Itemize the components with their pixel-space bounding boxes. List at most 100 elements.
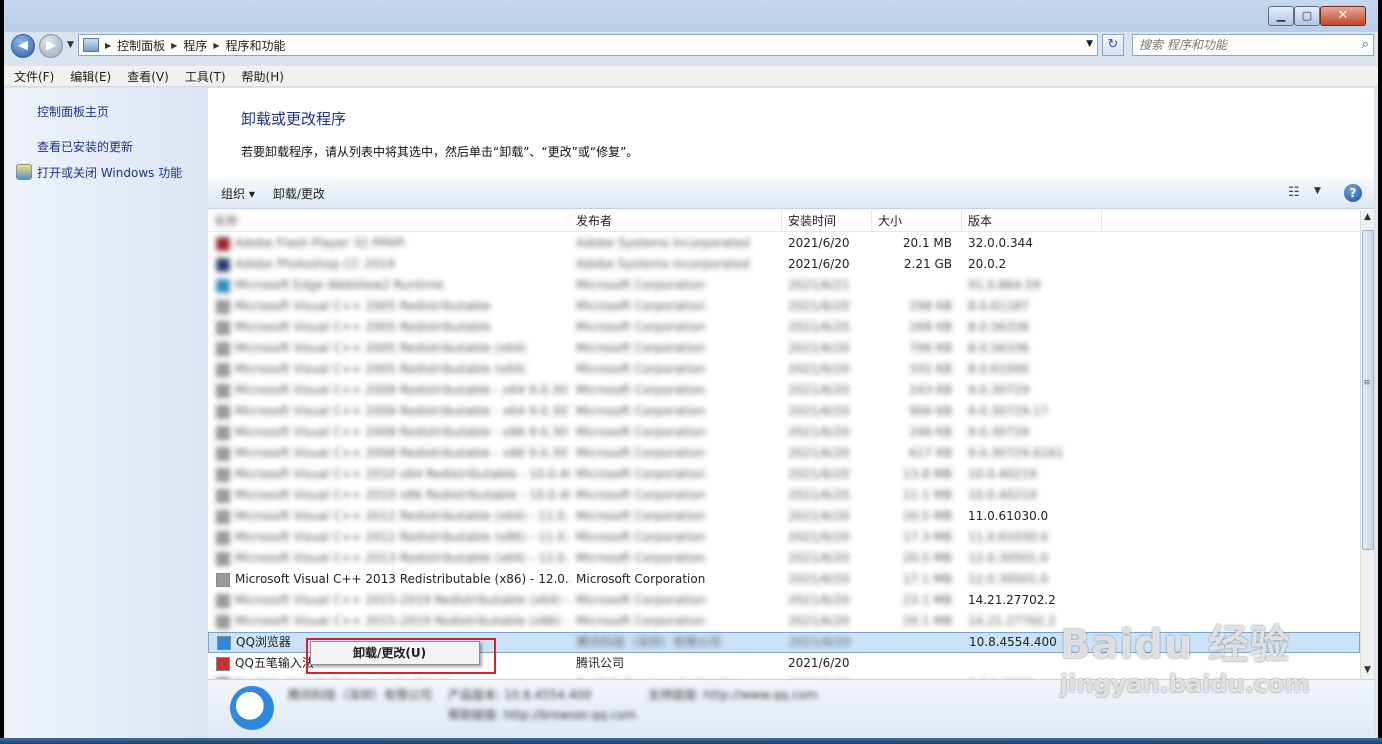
menu-bar: 文件(F) 编辑(E) 查看(V) 工具(T) 帮助(H)	[4, 66, 1378, 87]
table-row[interactable]: Microsoft Visual C++ 2013 Redistributabl…	[208, 569, 1360, 590]
program-icon	[216, 488, 230, 503]
details-publisher: 腾讯科技（深圳）有限公司	[288, 688, 433, 702]
program-version: 10.0.40219	[968, 467, 1037, 481]
menu-help[interactable]: 帮助(H)	[242, 68, 284, 85]
address-bar[interactable]: ▶ 控制面板 ▶ 程序 ▶ 程序和功能 ▼	[78, 34, 1098, 56]
program-version: 20.0.2	[968, 257, 1007, 271]
table-row[interactable]: Microsoft Visual C++ 2005 Redistributabl…	[208, 296, 1360, 317]
chevron-down-icon[interactable]: ▼	[1314, 186, 1321, 196]
program-publisher: Microsoft Corporation	[576, 341, 706, 355]
refresh-button[interactable]: ↻	[1102, 34, 1124, 56]
organize-button[interactable]: 组织 ▾	[221, 185, 255, 202]
scroll-up-icon[interactable]: ▲	[1364, 212, 1371, 222]
table-row[interactable]: Adobe Flash Player 32 PPAPI Adobe Systems…	[208, 233, 1360, 254]
program-publisher: Adobe Systems Incorporated	[576, 236, 750, 250]
program-publisher: Microsoft Corporation	[576, 614, 706, 628]
help-button[interactable]: ?	[1344, 184, 1362, 202]
program-install-date: 2021/6/20	[788, 467, 850, 481]
breadcrumb-programs[interactable]: 程序	[183, 37, 207, 54]
watermark-url: jingyan.baidu.com	[1060, 670, 1310, 698]
table-row[interactable]: Microsoft Visual C++ 2005 Redistributabl…	[208, 317, 1360, 338]
sidebar-item-windows-features[interactable]: 打开或关闭 Windows 功能	[37, 164, 182, 181]
table-row[interactable]: Microsoft Edge WebView2 Runtime Microsoft…	[208, 275, 1360, 296]
program-name-text: Microsoft Visual C++ 2015-2019 Redistrib…	[235, 614, 570, 628]
highlight-box	[306, 638, 496, 674]
table-row[interactable]: Microsoft Visual C++ 2013 Redistributabl…	[208, 548, 1360, 569]
chevron-right-icon: ▶	[171, 40, 178, 50]
search-icon[interactable]: ⌕	[1362, 37, 1369, 52]
program-publisher: Microsoft Corporation	[576, 446, 706, 460]
grip-icon: ≡	[1363, 378, 1371, 388]
uninstall-change-button[interactable]: 卸载/更改	[273, 185, 325, 202]
program-publisher: Microsoft Corporation	[576, 551, 706, 565]
menu-file[interactable]: 文件(F)	[14, 68, 54, 85]
table-row[interactable]: Microsoft Visual C++ 2005 Redistributabl…	[208, 338, 1360, 359]
column-publisher[interactable]: 发布者	[570, 210, 782, 232]
program-name: Microsoft Visual C++ 2005 Redistributabl…	[208, 317, 570, 338]
table-row[interactable]: Microsoft Visual C++ 2008 Redistributabl…	[208, 401, 1360, 422]
program-size: 17.3 MB	[902, 530, 952, 544]
view-options-icon[interactable]: ☷	[1288, 185, 1300, 200]
minimize-button[interactable]: ▁	[1268, 6, 1294, 26]
column-version[interactable]: 版本	[962, 210, 1102, 232]
program-name: Microsoft Visual C++ 2015-2019 Redistrib…	[208, 611, 570, 632]
program-size	[872, 275, 962, 296]
column-size[interactable]: 大小	[872, 210, 962, 232]
program-name: Microsoft Visual C++ 2010 x86 Redistribu…	[208, 485, 570, 506]
table-row[interactable]: Microsoft Visual C++ 2010 x86 Redistribu…	[208, 485, 1360, 506]
search-box[interactable]: ⌕	[1132, 34, 1374, 56]
search-input[interactable]	[1133, 35, 1343, 55]
scroll-thumb[interactable]	[1362, 230, 1374, 550]
program-version: 12.0.30501.0	[968, 551, 1049, 565]
program-icon	[216, 614, 230, 629]
table-row[interactable]: Microsoft Visual C++ 2012 Redistributabl…	[208, 506, 1360, 527]
table-row[interactable]: Microsoft Visual C++ 2005 Redistributabl…	[208, 359, 1360, 380]
program-install-date: 2021/6/20	[788, 488, 850, 502]
table-row[interactable]: Microsoft Visual C++ 2008 Redistributabl…	[208, 380, 1360, 401]
details-help-link[interactable]: 帮助链接: http://browser.qq.com	[448, 706, 636, 723]
breadcrumb-programs-features[interactable]: 程序和功能	[226, 37, 286, 54]
menu-view[interactable]: 查看(V)	[127, 68, 169, 85]
table-row[interactable]: Microsoft Visual C++ 2012 Redistributabl…	[208, 527, 1360, 548]
table-row[interactable]: Microsoft Visual C++ 2015-2019 Redistrib…	[208, 590, 1360, 611]
menu-tools[interactable]: 工具(T)	[185, 68, 226, 85]
sidebar-item-home[interactable]: 控制面板主页	[37, 103, 109, 120]
program-name: Microsoft Visual C++ 2005 Redistributabl…	[208, 359, 570, 380]
program-version: 32.0.0.344	[968, 236, 1033, 250]
program-version: 10.0.40219	[968, 488, 1037, 502]
program-size: 11.1 MB	[902, 488, 952, 502]
table-row[interactable]: Adobe Photoshop CC 2019 Adobe Systems Inc…	[208, 254, 1360, 275]
program-version: 8.0.61187	[968, 299, 1030, 313]
column-name[interactable]: 名称	[208, 210, 570, 232]
program-version: 11.0.61030.0	[968, 530, 1049, 544]
forward-button[interactable]: ▶	[39, 34, 63, 58]
recent-pages-dropdown[interactable]: ▼	[67, 40, 74, 50]
program-size: 246 KB	[909, 425, 952, 439]
program-name-text: Microsoft Visual C++ 2015-2019 Redistrib…	[235, 593, 570, 607]
details-support-link[interactable]: 支持链接: http://www.qq.com	[648, 686, 817, 703]
table-row[interactable]: Microsoft Visual C++ 2008 Redistributabl…	[208, 422, 1360, 443]
program-publisher: Microsoft Corporation	[576, 299, 706, 313]
table-row[interactable]: Microsoft Visual C++ 2008 Redistributabl…	[208, 443, 1360, 464]
column-install-date[interactable]: 安装时间	[782, 210, 872, 232]
scroll-down-icon[interactable]: ▼	[1364, 665, 1371, 675]
program-name-text: Adobe Flash Player 32 PPAPI	[235, 236, 405, 250]
vertical-scrollbar[interactable]: ▲ ≡ ▼	[1360, 210, 1374, 679]
table-row[interactable]: Microsoft Visual C++ 2010 x64 Redistribu…	[208, 464, 1360, 485]
sidebar-item-updates[interactable]: 查看已安装的更新	[37, 138, 133, 155]
program-install-date: 2021/6/20	[788, 257, 850, 271]
program-name-text: Microsoft Visual C++ 2012 Redistributabl…	[235, 530, 570, 544]
program-icon	[216, 572, 230, 587]
program-publisher: Microsoft Corporation	[576, 278, 706, 292]
program-icon	[216, 530, 230, 545]
breadcrumb-control-panel[interactable]: 控制面板	[117, 37, 165, 54]
program-install-date: 2021/6/20	[788, 404, 850, 418]
menu-edit[interactable]: 编辑(E)	[70, 68, 111, 85]
chevron-down-icon[interactable]: ▼	[1086, 39, 1093, 49]
program-name: Adobe Photoshop CC 2019	[208, 254, 570, 275]
back-button[interactable]: ◀	[11, 34, 35, 58]
maximize-button[interactable]: ▢	[1294, 6, 1320, 26]
program-icon	[217, 635, 231, 650]
close-button[interactable]: ✕	[1320, 6, 1366, 26]
program-install-date: 2021/6/20	[788, 341, 850, 355]
